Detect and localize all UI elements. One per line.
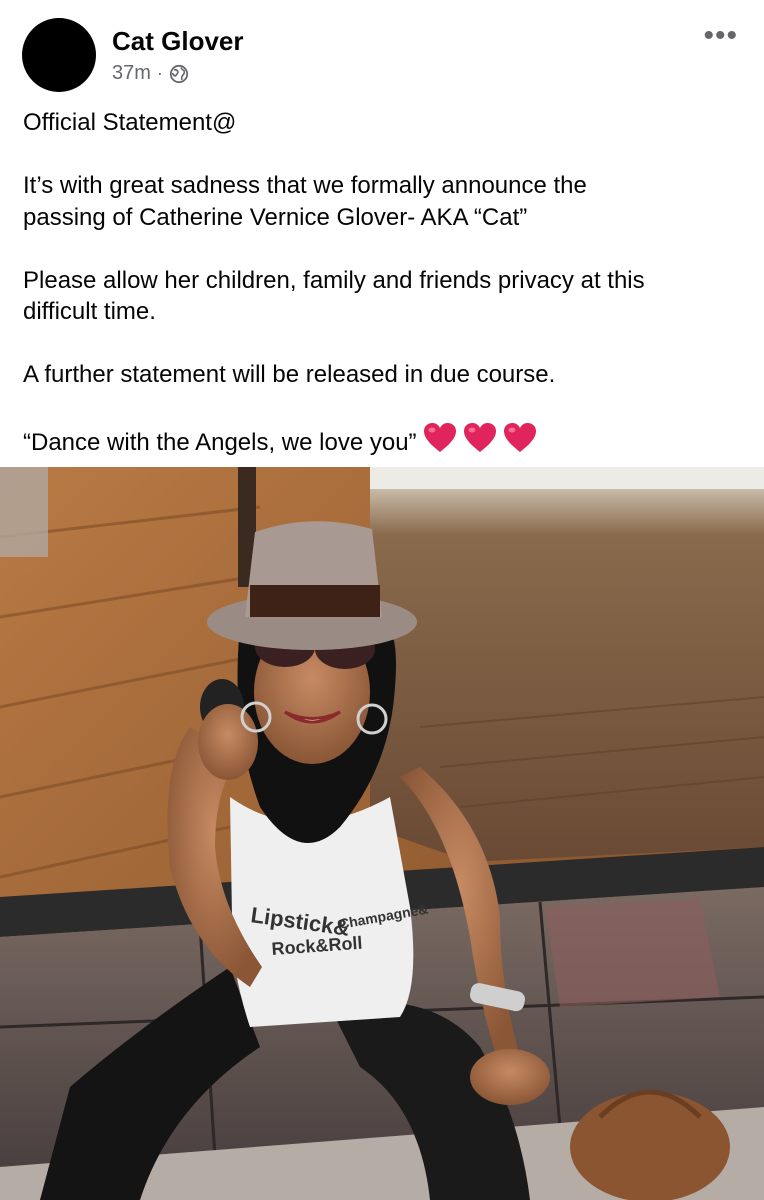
post-timestamp[interactable]: 37m <box>112 62 151 85</box>
post-meta: 37m · <box>112 62 189 85</box>
statement-line: It’s with great sadness that we formally… <box>23 172 587 199</box>
photo-illustration: Lipstick& Champagne& Rock&Roll <box>0 467 764 1200</box>
statement-heading: Official Statement@ <box>23 109 237 136</box>
author-name[interactable]: Cat Glover <box>112 26 244 57</box>
post-header: Cat Glover 37m · ••• <box>0 0 764 100</box>
meta-separator: · <box>156 63 163 83</box>
post-photo[interactable]: Lipstick& Champagne& Rock&Roll <box>0 467 764 1200</box>
post-text: Official Statement@ It’s with great sadn… <box>23 107 743 463</box>
statement-line: A further statement will be released in … <box>23 361 556 388</box>
avatar[interactable] <box>22 18 96 92</box>
red-heart-icon <box>423 422 457 463</box>
closing-text: “Dance with the Angels, we love you” <box>23 429 417 456</box>
globe-icon <box>169 64 189 84</box>
statement-line: Please allow her children, family and fr… <box>23 266 645 294</box>
heart-emojis <box>417 423 537 456</box>
more-options-icon[interactable]: ••• <box>703 21 738 51</box>
red-heart-icon <box>463 422 497 463</box>
red-heart-icon <box>503 422 537 463</box>
statement-line: passing of Catherine Vernice Glover- AKA… <box>23 203 528 231</box>
closing-line: “Dance with the Angels, we love you” <box>23 422 743 463</box>
statement-line: difficult time. <box>23 298 156 325</box>
